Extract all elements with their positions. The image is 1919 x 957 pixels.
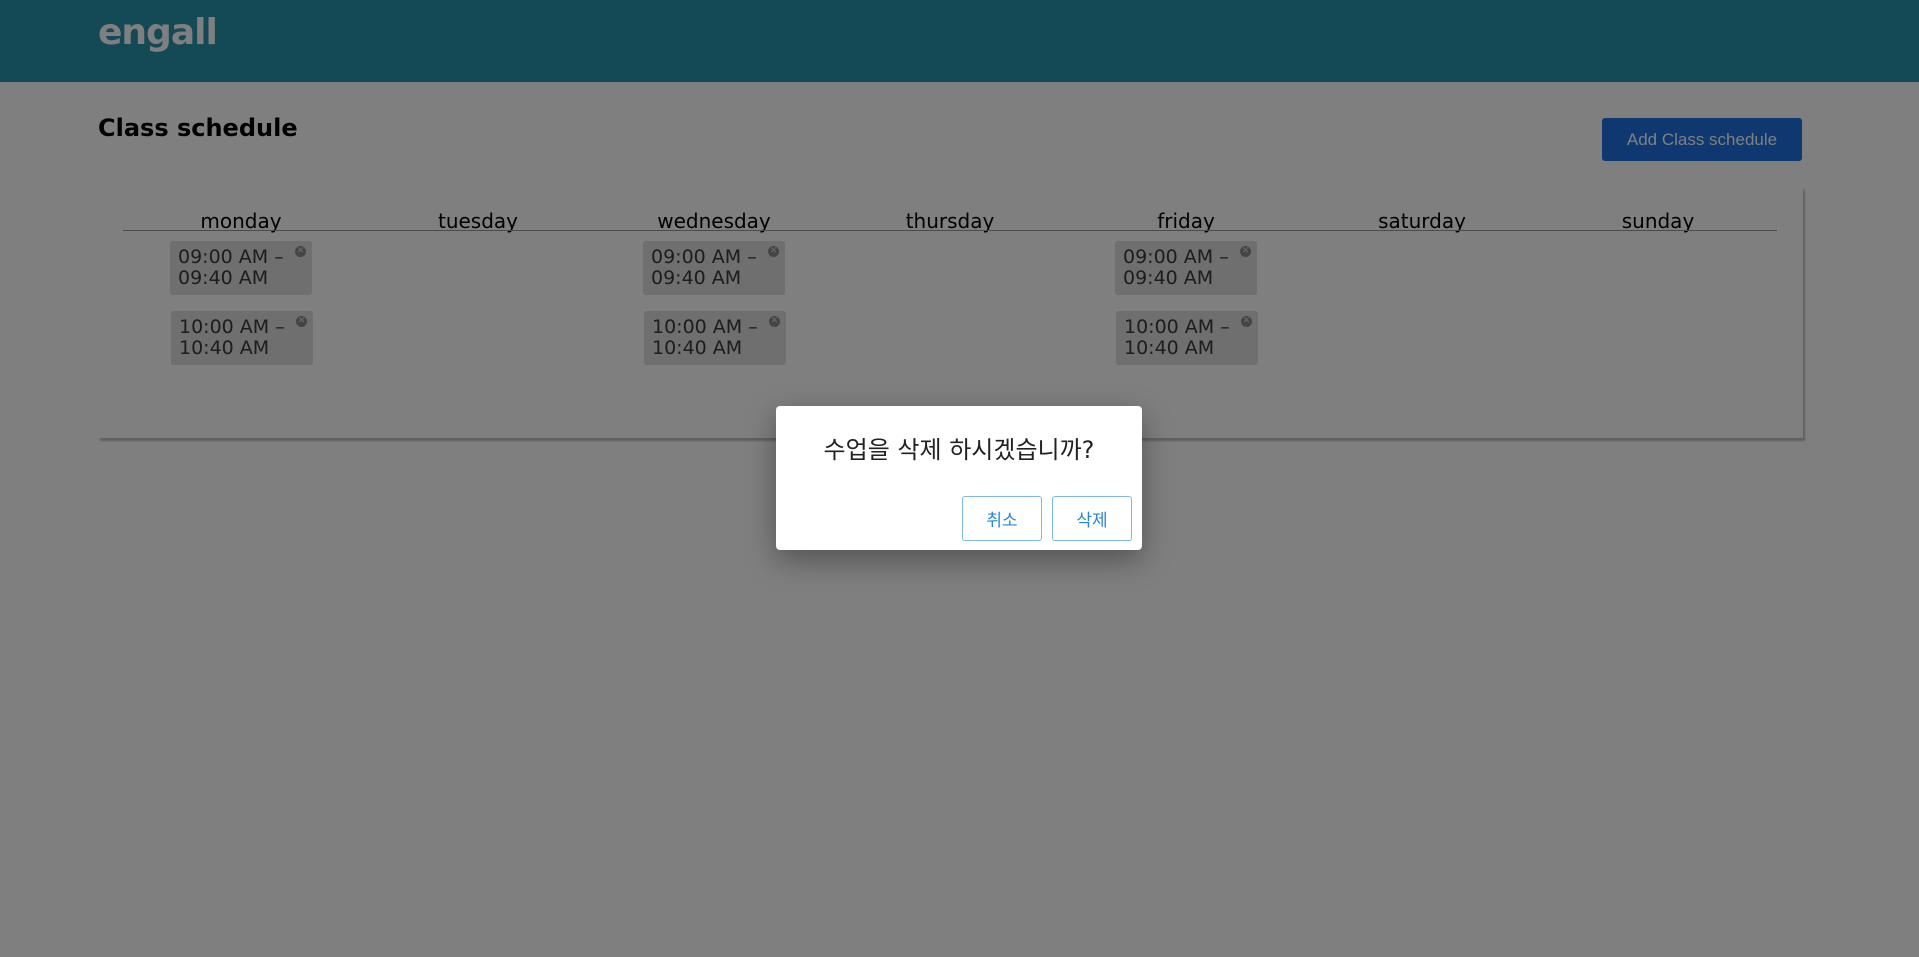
cancel-button[interactable]: 취소 [962, 496, 1042, 541]
delete-button[interactable]: 삭제 [1052, 496, 1132, 541]
delete-confirm-dialog: 수업을 삭제 하시겠습니까? 취소 삭제 [776, 406, 1142, 550]
dialog-message: 수업을 삭제 하시겠습니까? [823, 436, 1095, 464]
